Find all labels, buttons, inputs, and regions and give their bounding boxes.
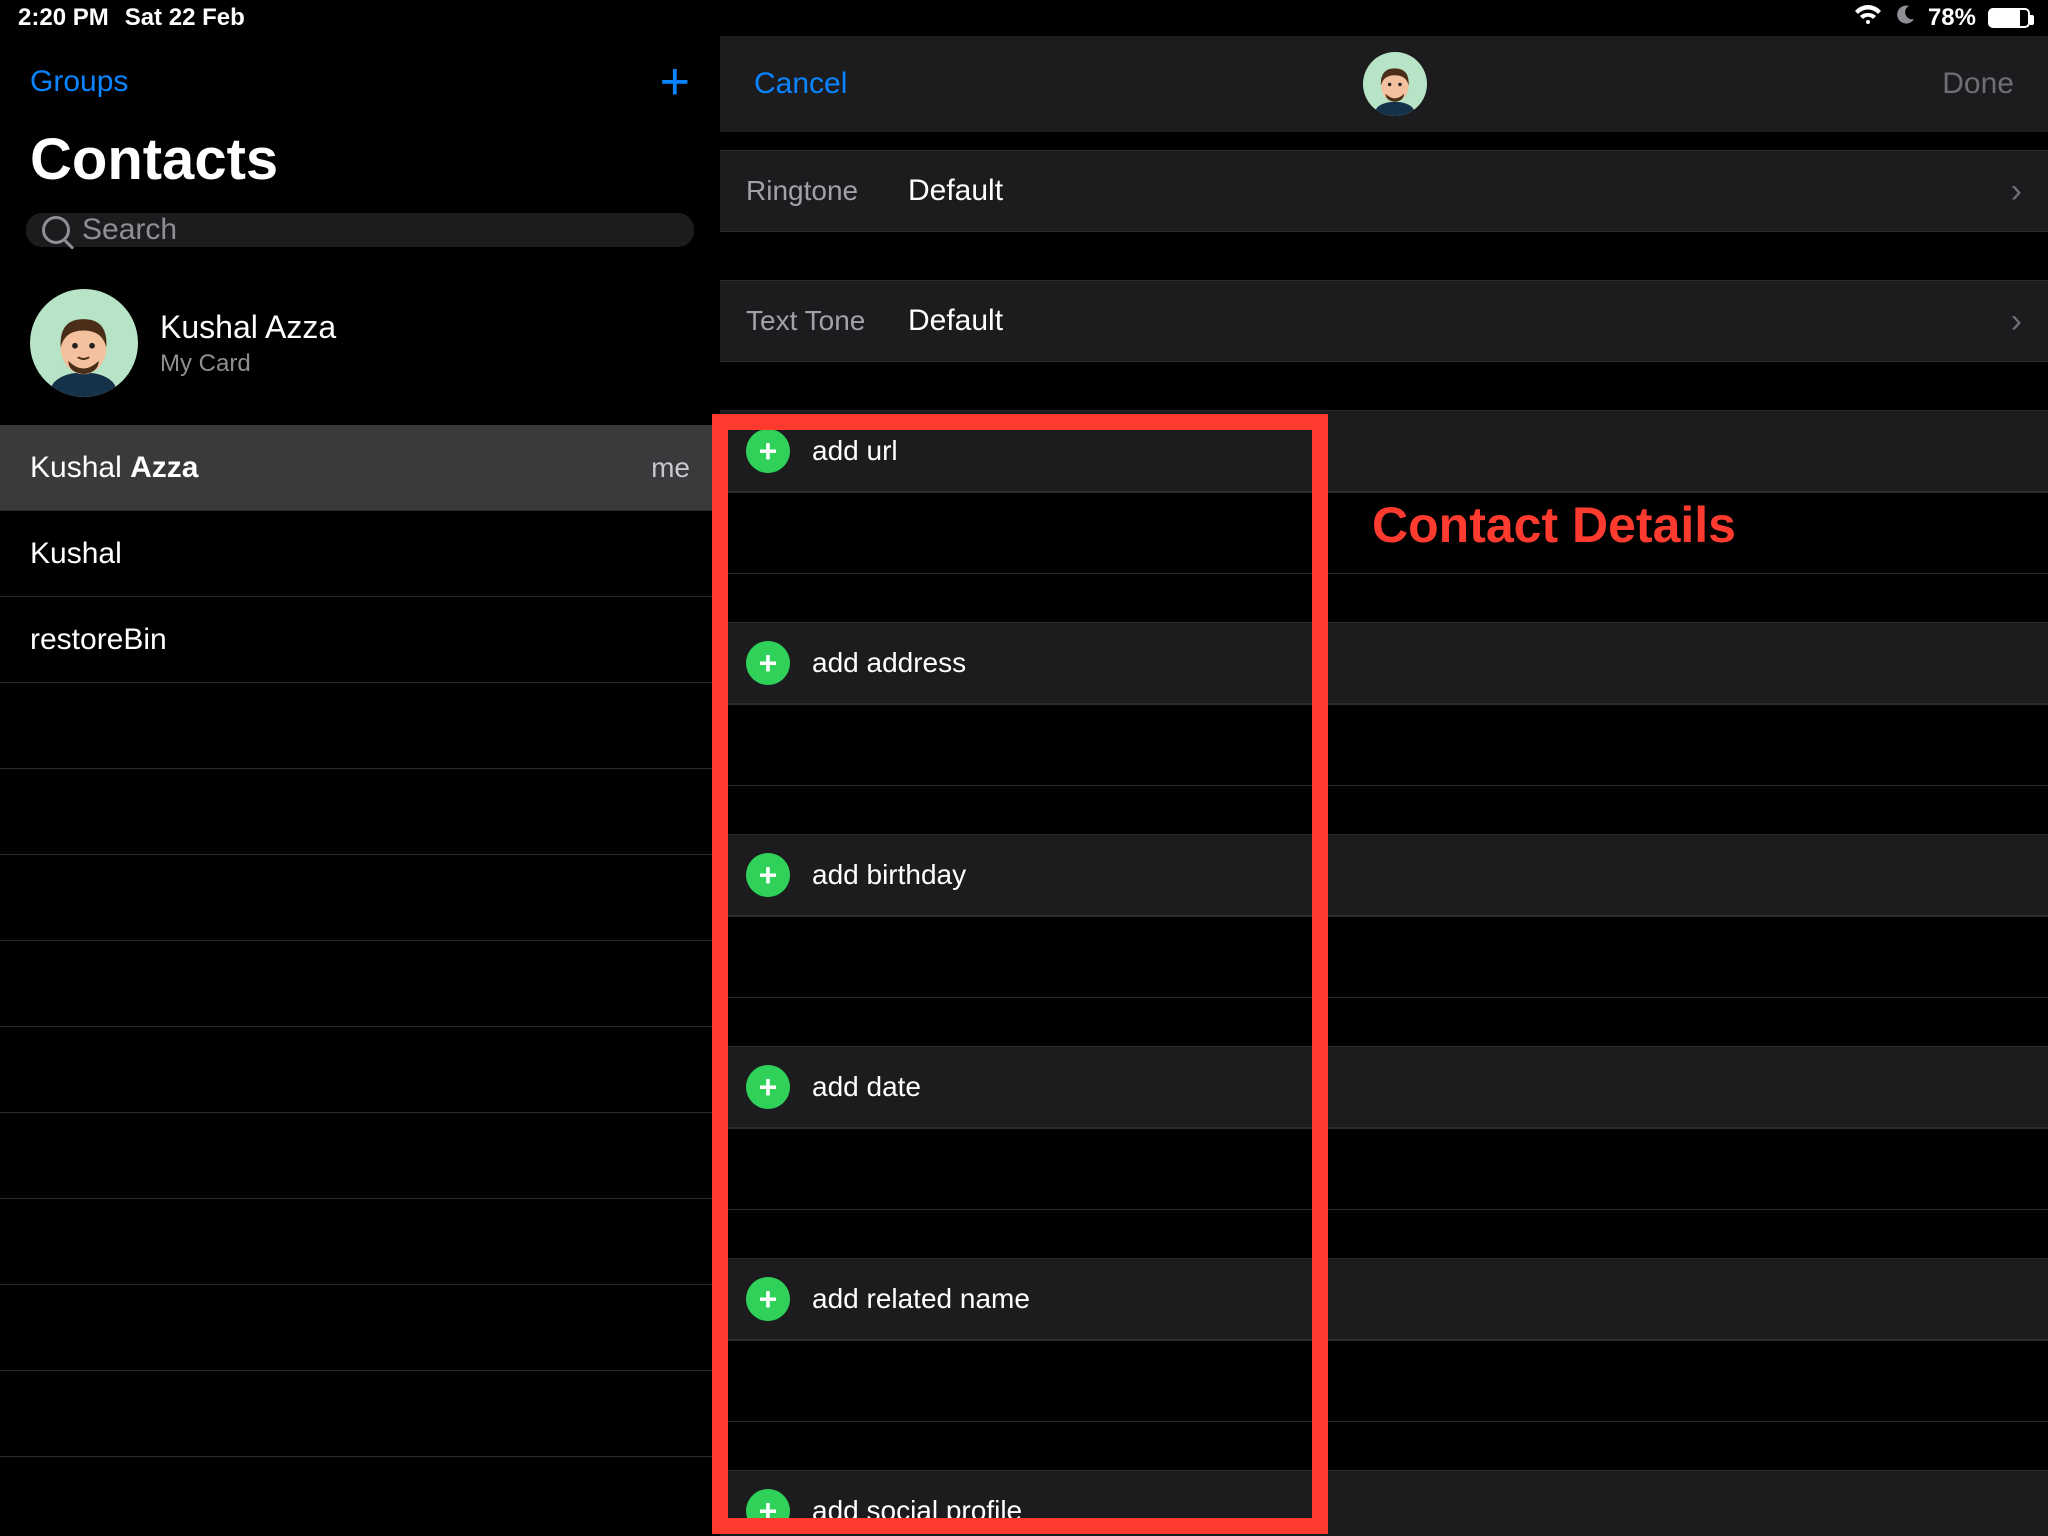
page-title: Contacts	[0, 108, 720, 213]
groups-link[interactable]: Groups	[30, 65, 128, 99]
add-contact-button[interactable]: +	[660, 56, 690, 108]
ringtone-label: Ringtone	[746, 175, 886, 207]
add-url-row[interactable]: + add url	[720, 410, 2048, 492]
texttone-row[interactable]: Text Tone Default ›	[720, 280, 2048, 362]
status-bar: 2:20 PM Sat 22 Feb 78%	[0, 0, 2048, 36]
my-card-name: Kushal Azza	[160, 309, 336, 346]
detail-header: Cancel Done	[720, 36, 2048, 132]
contact-row[interactable]	[0, 683, 720, 769]
add-date-row[interactable]: + add date	[720, 1046, 2048, 1128]
header-avatar[interactable]	[1363, 52, 1427, 116]
contacts-sidebar: Groups + Contacts Search Kushal Azza	[0, 36, 720, 1536]
contact-row[interactable]	[0, 1027, 720, 1113]
search-input[interactable]: Search	[26, 213, 694, 247]
ringtone-row[interactable]: Ringtone Default ›	[720, 150, 2048, 232]
my-card[interactable]: Kushal Azza My Card	[0, 271, 720, 425]
plus-circle-icon: +	[746, 853, 790, 897]
contact-row[interactable]	[0, 1199, 720, 1285]
texttone-label: Text Tone	[746, 305, 886, 337]
contact-row[interactable]	[0, 1457, 720, 1536]
done-button[interactable]: Done	[1942, 67, 2014, 101]
plus-circle-icon: +	[746, 429, 790, 473]
texttone-value: Default	[908, 304, 1003, 338]
add-social-profile-row[interactable]: + add social profile	[720, 1470, 2048, 1536]
dnd-moon-icon	[1894, 4, 1916, 33]
battery-icon	[1988, 8, 2030, 28]
contact-row[interactable]: Kushal	[0, 511, 720, 597]
contact-row[interactable]	[0, 1113, 720, 1199]
plus-circle-icon: +	[746, 1489, 790, 1533]
contact-row[interactable]: restoreBin	[0, 597, 720, 683]
status-date: Sat 22 Feb	[125, 4, 245, 32]
wifi-icon	[1854, 4, 1882, 33]
battery-percent: 78%	[1928, 4, 1976, 32]
contact-row[interactable]	[0, 769, 720, 855]
contact-list: Kushal Azza me Kushal restoreBin	[0, 425, 720, 1536]
search-placeholder: Search	[82, 213, 177, 247]
me-tag: me	[651, 452, 690, 484]
contact-row[interactable]	[0, 855, 720, 941]
contact-row[interactable]	[0, 1285, 720, 1371]
search-icon	[42, 216, 70, 244]
status-time: 2:20 PM	[18, 4, 109, 32]
ringtone-value: Default	[908, 174, 1003, 208]
avatar	[30, 289, 138, 397]
plus-circle-icon: +	[746, 641, 790, 685]
chevron-right-icon: ›	[2011, 302, 2022, 341]
plus-circle-icon: +	[746, 1065, 790, 1109]
add-address-row[interactable]: + add address	[720, 622, 2048, 704]
chevron-right-icon: ›	[2011, 172, 2022, 211]
contact-detail-panel: Cancel Done Ringtone Default ›	[720, 36, 2048, 1536]
cancel-button[interactable]: Cancel	[754, 67, 847, 101]
contact-row[interactable]: Kushal Azza me	[0, 425, 720, 511]
contact-row[interactable]	[0, 1371, 720, 1457]
plus-circle-icon: +	[746, 1277, 790, 1321]
add-related-name-row[interactable]: + add related name	[720, 1258, 2048, 1340]
add-birthday-row[interactable]: + add birthday	[720, 834, 2048, 916]
contact-row[interactable]	[0, 941, 720, 1027]
my-card-sub: My Card	[160, 350, 336, 378]
